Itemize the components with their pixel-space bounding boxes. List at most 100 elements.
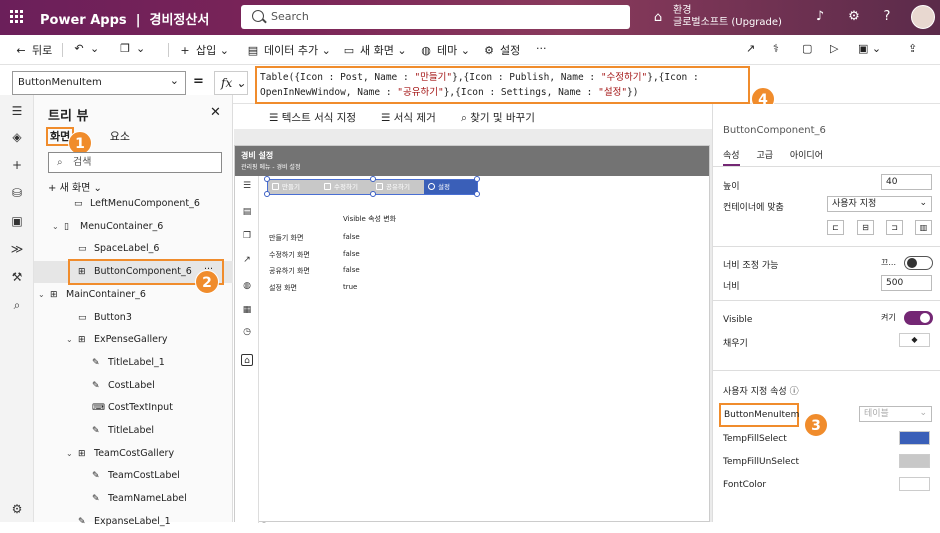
formula-editor[interactable]: Table({Icon : Post, Name : "만들기"},{Icon … [255,66,750,104]
preview-icon[interactable]: ▷ [830,42,838,55]
app-name: 경비정산서 [149,13,210,28]
chevron-down-icon[interactable]: ⌄ [66,329,73,351]
share-icon[interactable]: ↗ [241,254,253,266]
more-commands-button[interactable]: ··· [536,42,547,55]
avatar[interactable] [911,5,935,29]
fill-select-swatch[interactable] [899,431,930,445]
fx-button[interactable]: fx ⌄ [214,71,248,95]
menu-button-settings[interactable]: 설정 [424,180,477,194]
tools-icon[interactable]: ⚒ [9,269,25,285]
tab-properties[interactable]: 속성 [723,151,740,166]
power-automate-icon[interactable]: ≫ [9,241,25,257]
fit-container-dropdown[interactable]: 사용자 지정 ⌄ [827,196,932,212]
publish-icon[interactable]: ⇪ [908,42,917,55]
align-left-icon[interactable]: ⊏ [827,220,844,235]
history-icon[interactable]: ◷ [241,326,253,338]
tree-node[interactable]: ▭ Button3 [34,307,233,329]
menu-button-share[interactable]: 공유하기 [372,180,424,194]
fit-container-label: 컨테이너에 맞춤 [723,203,784,213]
tree-node[interactable]: ⌄ ▯ MenuContainer_6 [34,216,233,238]
resize-handle[interactable] [264,191,270,197]
new-screen-button[interactable]: ▭ 새 화면 ⌄ [342,42,407,58]
global-search[interactable]: Search [241,5,630,29]
add-data-button[interactable]: ▤ 데이터 추가 ⌄ [246,42,331,58]
undo-button[interactable]: ↶ ⌄ [72,42,99,55]
resize-handle[interactable] [474,191,480,197]
share-icon[interactable]: ↗ [746,42,755,55]
align-stretch-icon[interactable]: ▥ [915,220,932,235]
fill-unselect-swatch[interactable] [899,454,930,468]
back-button[interactable]: ← 뒤로 [14,42,52,58]
tab-advanced[interactable]: 고급 [756,151,773,161]
tree-node[interactable]: ⌄ ⊞ ExPenseGallery [34,329,233,351]
settings-button[interactable]: ⚙ 설정 [482,42,520,58]
tree-search-input[interactable]: ⌕ 검색 [48,152,222,173]
find-replace-button[interactable]: ⌕ 찾기 및 바꾸기 [461,110,535,125]
hamburger-icon[interactable]: ☰ [241,180,253,192]
control-type-icon: ✎ [92,357,100,368]
tree-node[interactable]: ⌄ ⊞ TeamCostGallery [34,443,233,465]
remove-format-button[interactable]: ☰ 서식 제거 [381,110,436,125]
new-screen-button[interactable]: + 새 화면 ⌄ [48,179,102,194]
resize-handle[interactable] [370,176,376,182]
visible-toggle[interactable] [904,311,933,325]
database-icon[interactable]: ⛁ [9,185,25,201]
tab-components[interactable]: 요소 [110,130,130,143]
copy-icon[interactable]: ❐ [241,230,253,242]
grid-icon[interactable]: ▦ [241,304,253,316]
height-input[interactable]: 40 [881,174,932,190]
tree-node[interactable]: ✎ CostLabel [34,375,233,397]
tree-node[interactable]: ✎ TeamCostLabel [34,465,233,487]
help-icon[interactable]: ? [879,9,895,25]
button-menu-item-dropdown[interactable]: 테이블 ⌄ [859,406,932,422]
tree-node[interactable]: ✎ TeamNameLabel [34,488,233,510]
bell-icon[interactable]: ♪ [812,9,828,25]
remove-format-icon: ☰ [381,112,391,124]
theme-button[interactable]: ◍ 테마 ⌄ [419,42,470,58]
tree-node-label: Button3 [94,311,132,323]
hamburger-icon[interactable]: ☰ [9,103,25,119]
resize-handle[interactable] [264,176,270,182]
resize-handle[interactable] [474,176,480,182]
save-icon[interactable]: ▣ ⌄ [858,42,881,55]
gear-icon[interactable]: ⚙ [9,501,25,517]
environment-picker[interactable]: 환경 글로벌소프트 (Upgrade) [673,5,782,29]
font-color-swatch[interactable] [899,477,930,491]
app-checker-icon[interactable]: ⚕ [773,42,779,55]
chevron-down-icon[interactable]: ⌄ [66,443,73,465]
close-icon[interactable]: ✕ [210,105,221,120]
resize-handle[interactable] [370,191,376,197]
layers-icon[interactable]: ◈ [9,129,25,145]
tree-node[interactable]: ✎ TitleLabel [34,420,233,442]
gear-icon[interactable]: ⚙ [846,9,862,25]
copy-button[interactable]: ❐ ⌄ [118,42,145,55]
custom-properties-label: 사용자 지정 속성 ⓘ [723,387,799,397]
property-dropdown[interactable]: ButtonMenuItem [12,70,186,95]
settings-page-icon[interactable]: ⌂ [241,354,253,366]
fill-bucket-icon[interactable]: ◆ [899,333,930,347]
visible-row-label: 공유하기 화면 [269,267,310,275]
resize-toggle[interactable] [904,256,933,270]
tree-node[interactable]: ✎ TitleLabel_1 [34,352,233,374]
tree-node[interactable]: ⌨ CostTextInput [34,397,233,419]
button-menu-component[interactable]: 만들기 수정하기 공유하기 설정 [264,176,480,197]
chevron-down-icon[interactable]: ⌄ [52,216,59,238]
globe-icon[interactable]: ◍ [241,280,253,292]
media-icon[interactable]: ▣ [9,213,25,229]
menu-button-create[interactable]: 만들기 [268,180,320,194]
clipboard-icon[interactable]: ▤ [241,206,253,218]
tab-ideas[interactable]: 아이디어 [790,151,823,161]
insert-button[interactable]: + 삽입 ⌄ [178,42,229,58]
tree-node[interactable]: ▭ LeftMenuComponent_6 [34,193,233,215]
align-center-icon[interactable]: ⊟ [857,220,874,235]
align-right-icon[interactable]: ⊐ [886,220,903,235]
chevron-down-icon[interactable]: ⌄ [38,284,45,306]
menu-button-edit[interactable]: 수정하기 [320,180,372,194]
comments-icon[interactable]: ▢ [802,42,812,55]
format-text-button[interactable]: ☰ 텍스트 서식 지정 [269,110,356,125]
tree-node[interactable]: ▭ SpaceLabel_6 [34,238,233,260]
waffle-icon[interactable] [10,10,24,24]
search-icon[interactable]: ⌕ [9,297,25,313]
plus-icon[interactable]: + [9,157,25,173]
width-input[interactable]: 500 [881,275,932,291]
